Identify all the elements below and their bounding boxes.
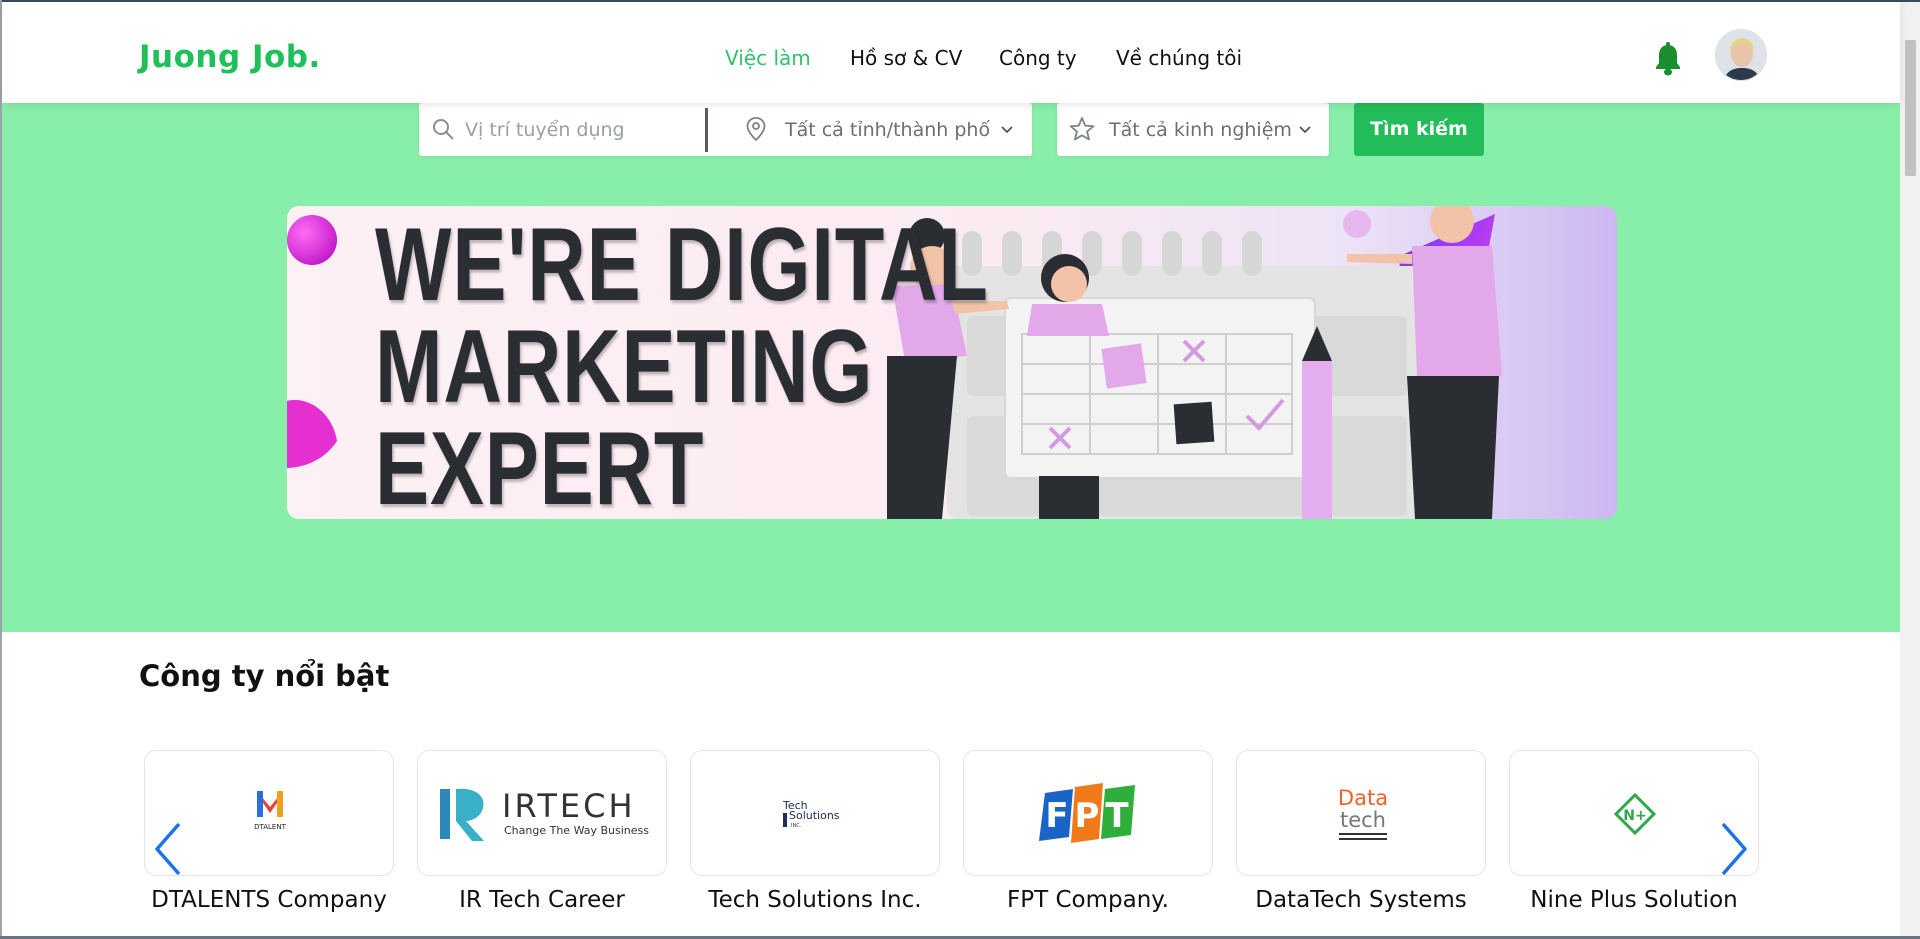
location-chevron-down-icon[interactable]	[1001, 125, 1013, 135]
hero-banner[interactable]: WE'RE DIGITAL MARKETING EXPERT	[287, 206, 1617, 519]
svg-text:N+: N+	[1623, 808, 1646, 824]
search-button[interactable]: Tìm kiếm	[1354, 103, 1484, 156]
datatech-logo: Data tech	[1338, 786, 1388, 840]
star-icon	[1069, 117, 1095, 141]
bell-icon[interactable]	[1653, 42, 1683, 76]
company-name[interactable]: Tech Solutions Inc.	[680, 887, 950, 913]
site-header: Juong Job. Việc làm Hồ sơ & CV Công ty V…	[2, 2, 1900, 103]
dtalent-logo: DTALENT	[254, 791, 287, 831]
company-name[interactable]: FPT Company.	[953, 887, 1223, 913]
irtech-logo: IRTECH Change The Way Business	[440, 787, 649, 841]
nav-about-us[interactable]: Về chúng tôi	[1116, 46, 1242, 70]
company-name[interactable]: DTALENTS Company	[134, 887, 404, 913]
carousel-next-arrow-icon[interactable]	[1717, 820, 1751, 878]
search-divider	[705, 108, 708, 152]
featured-companies-title: Công ty nổi bật	[139, 659, 390, 693]
banner-headline: WE'RE DIGITAL MARKETING EXPERT	[375, 207, 989, 519]
tech-solutions-logo: Tech Solutions INC.	[783, 799, 840, 829]
company-name[interactable]: DataTech Systems	[1226, 887, 1496, 913]
location-select[interactable]: Tất cả tỉnh/thành phố	[785, 119, 990, 141]
keyword-input[interactable]: Vị trí tuyển dụng	[465, 119, 625, 141]
search-icon	[433, 119, 454, 140]
svg-text:T: T	[1105, 796, 1129, 836]
experience-select[interactable]: Tất cả kinh nghiệm	[1109, 119, 1292, 141]
svg-text:Solutions: Solutions	[789, 809, 840, 822]
banner-headline-line-3: EXPERT	[375, 411, 705, 519]
company-name[interactable]: IR Tech Career	[407, 887, 677, 913]
company-card-fpt[interactable]: F P T	[963, 750, 1213, 876]
svg-text:DTALENT: DTALENT	[254, 823, 286, 831]
svg-text:F: F	[1045, 796, 1068, 836]
nav-companies[interactable]: Công ty	[999, 46, 1077, 70]
fpt-logo: F P T	[1039, 783, 1135, 843]
svg-text:INC.: INC.	[791, 823, 802, 829]
experience-chevron-down-icon[interactable]	[1299, 125, 1311, 135]
company-name[interactable]: Nine Plus Solution	[1499, 887, 1769, 913]
company-card-irtech[interactable]: IRTECH Change The Way Business	[417, 750, 667, 876]
banner-headline-line-2: MARKETING	[375, 309, 874, 425]
location-pin-icon	[746, 117, 766, 142]
nav-profile-cv[interactable]: Hồ sơ & CV	[850, 46, 962, 70]
banner-headline-line-1: WE'RE DIGITAL	[375, 207, 989, 323]
svg-text:Data: Data	[1338, 786, 1388, 810]
svg-text:Change The Way Business: Change The Way Business	[504, 824, 649, 837]
nav-jobs[interactable]: Việc làm	[725, 46, 811, 70]
search-bar: Vị trí tuyển dụng Tất cả tỉnh/thành phố	[419, 103, 1032, 156]
svg-text:tech: tech	[1340, 808, 1386, 832]
company-card-tech-solutions[interactable]: Tech Solutions INC.	[690, 750, 940, 876]
experience-filter[interactable]: Tất cả kinh nghiệm	[1057, 103, 1329, 156]
svg-text:IRTECH: IRTECH	[502, 787, 636, 825]
svg-text:P: P	[1075, 796, 1100, 836]
company-card-datatech[interactable]: Data tech	[1236, 750, 1486, 876]
user-avatar[interactable]	[1715, 29, 1767, 81]
nine-plus-logo: N+	[1614, 793, 1656, 835]
scrollbar-thumb[interactable]	[1905, 40, 1916, 176]
carousel-prev-arrow-icon[interactable]	[151, 820, 185, 878]
site-logo[interactable]: Juong Job.	[139, 39, 321, 75]
page-scrollbar[interactable]	[1900, 2, 1920, 936]
